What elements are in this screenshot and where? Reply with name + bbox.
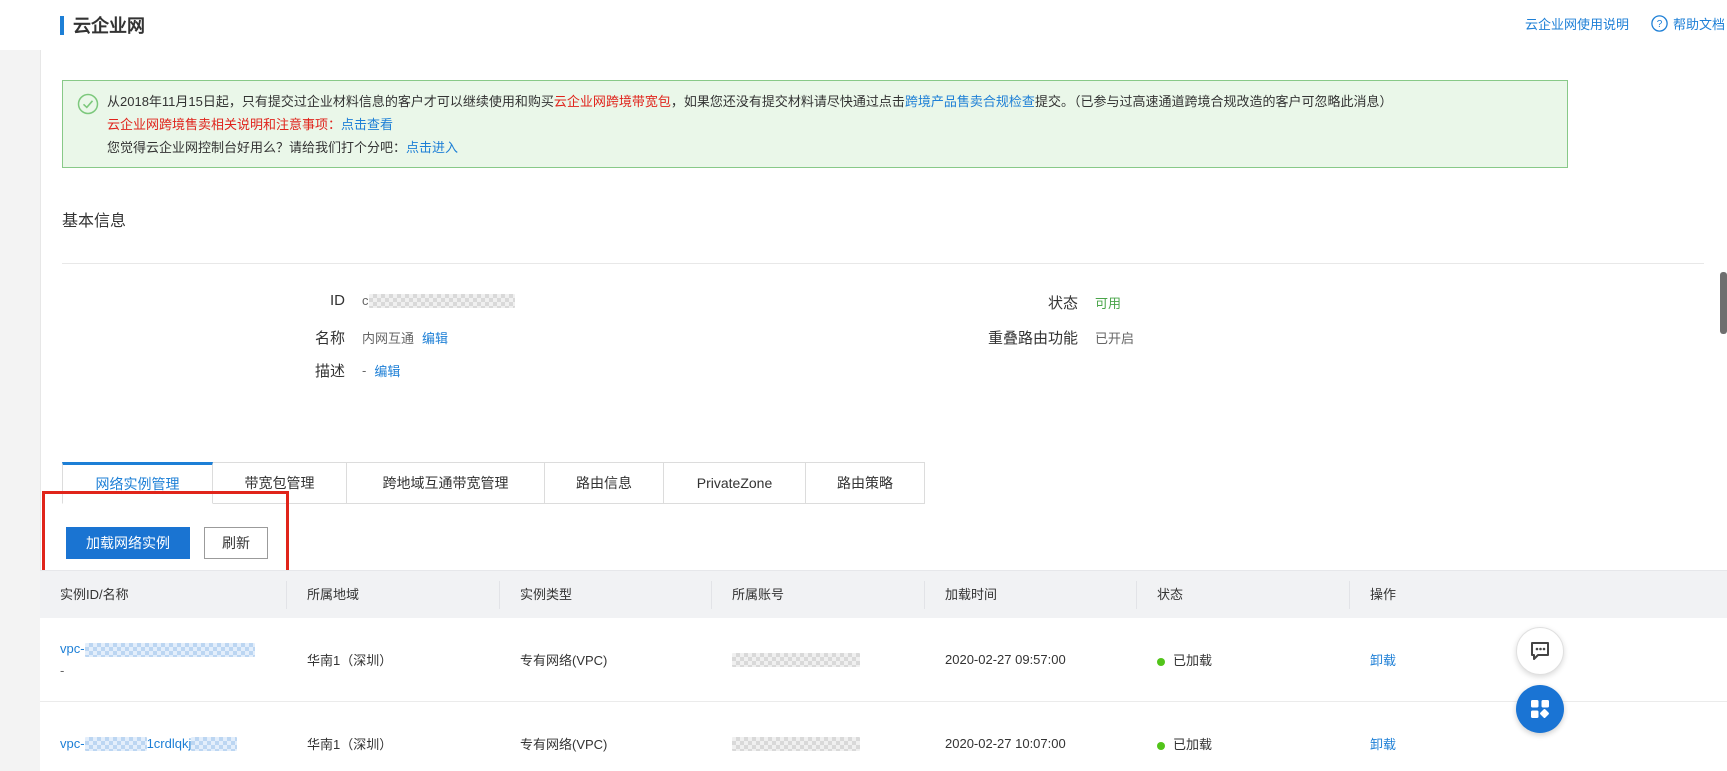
section-divider: [62, 263, 1704, 264]
instance-id-cell: vpc- 1crdlqkj: [40, 736, 287, 752]
id-label: ID: [330, 292, 345, 309]
info-row-status: 状态 可用: [900, 292, 1121, 313]
tab-network-instances[interactable]: 网络实例管理: [62, 462, 213, 504]
description-value: -: [362, 363, 367, 378]
censored-instance-id: [84, 642, 255, 657]
instance-id-cell: vpc- -: [40, 641, 287, 678]
basic-info-title: 基本信息: [62, 213, 127, 230]
load-time-cell: 2020-02-27 10:07:00: [945, 736, 1066, 751]
detach-link[interactable]: 卸载: [1370, 737, 1396, 752]
tab-route-policy[interactable]: 路由策略: [806, 462, 925, 504]
col-actions: 操作: [1370, 586, 1397, 602]
table-header-row: 实例ID/名称 所属地域 实例类型 所属账号 加载时间 状态 操作: [40, 570, 1727, 618]
usage-guide-link[interactable]: 云企业网使用说明: [1525, 14, 1629, 33]
instance-id-link[interactable]: vpc-: [60, 641, 287, 657]
instance-id-link[interactable]: vpc- 1crdlqkj: [60, 736, 287, 752]
status-value: 可用: [1095, 296, 1122, 311]
edit-name-link[interactable]: 编辑: [422, 328, 448, 347]
col-load-time: 加载时间: [925, 580, 1137, 609]
status-cell: 已加载: [1137, 650, 1350, 669]
help-doc-link[interactable]: ? 帮助文档: [1651, 14, 1725, 33]
censored-account: [732, 653, 860, 668]
page-title: 云企业网: [60, 12, 145, 38]
account-cell: [712, 736, 925, 752]
actions-cell: 卸载: [1350, 734, 1727, 753]
title-accent-bar: [60, 15, 64, 35]
col-status: 状态: [1137, 580, 1350, 609]
load-time-cell: 2020-02-27 09:57:00: [945, 652, 1066, 667]
feedback-chat-button[interactable]: [1516, 627, 1564, 675]
col-region: 所属地域: [287, 580, 500, 609]
rating-link[interactable]: 点击进入: [406, 140, 458, 155]
col-instance-type: 实例类型: [500, 580, 712, 609]
banner-text: 提交。（已参与过高速通道跨境合规改造的客户可忽略此消息）: [1034, 94, 1393, 109]
censored-instance-id: [191, 737, 238, 752]
rating-prompt-text: 您觉得云企业网控制台好用么？请给我们打个分吧：: [107, 140, 407, 155]
censored-account: [732, 737, 860, 752]
collapsed-sidebar-strip: [0, 50, 41, 771]
status-text: 已加载: [1173, 653, 1213, 668]
compliance-check-link[interactable]: 跨境产品售卖合规检查: [905, 94, 1035, 109]
name-value: 内网互通: [362, 331, 415, 346]
banner-text: 从2018年11月15日起，只有提交过企业材料信息的客户才可以继续使用和购买: [107, 94, 554, 109]
name-label: 名称: [314, 330, 345, 347]
info-row-id: ID c: [62, 292, 515, 309]
info-row-overlap-routing: 重叠路由功能 已开启: [900, 327, 1134, 348]
question-circle-icon: ?: [1651, 15, 1668, 32]
status-cell: 已加载: [1137, 734, 1350, 753]
load-network-instance-button[interactable]: 加载网络实例: [66, 527, 190, 559]
table-row: vpc- 1crdlqkj 华南1（深圳） 专有网络(VPC) 2020-02-2…: [40, 702, 1727, 771]
status-label: 状态: [1047, 295, 1078, 312]
success-check-icon: [77, 93, 99, 122]
tab-bandwidth-packages[interactable]: 带宽包管理: [213, 462, 347, 504]
censored-id-value: [368, 294, 515, 309]
col-instance-id: 实例ID/名称: [40, 580, 287, 609]
notice-banner: 从2018年11月15日起，只有提交过企业材料信息的客户才可以继续使用和购买云企…: [62, 80, 1568, 168]
banner-red-notice: 云企业网跨境售卖相关说明和注意事项：: [107, 117, 342, 132]
app-grid-icon: [1529, 698, 1551, 720]
banner-text: ，如果您还没有提交材料请尽快通过点击: [670, 94, 905, 109]
col-account: 所属账号: [712, 580, 925, 609]
instance-type-cell: 专有网络(VPC): [520, 653, 608, 668]
info-row-name: 名称 内网互通 编辑: [62, 327, 448, 348]
detach-link[interactable]: 卸载: [1370, 653, 1396, 668]
topbar-links: 云企业网使用说明 ? 帮助文档: [1525, 14, 1725, 33]
network-instance-table: 实例ID/名称 所属地域 实例类型 所属账号 加载时间 状态 操作 vpc- -…: [40, 570, 1727, 771]
status-dot: [1157, 741, 1165, 750]
quick-entry-button[interactable]: [1516, 685, 1564, 733]
banner-line-2: 云企业网跨境售卖相关说明和注意事项：点击查看: [107, 113, 1553, 136]
cen-console-page: 云企业网 云企业网使用说明 ? 帮助文档 从2018年11月15日起，只有提交过…: [0, 0, 1727, 771]
edit-description-link[interactable]: 编辑: [374, 361, 400, 380]
banner-red-text: 云企业网跨境带宽包: [553, 94, 671, 109]
chat-bubble-icon: [1528, 639, 1552, 663]
account-cell: [712, 652, 925, 668]
vertical-scrollbar-thumb[interactable]: [1720, 272, 1727, 334]
region-cell: 华南1（深圳）: [307, 737, 393, 752]
detail-tabs: 网络实例管理 带宽包管理 跨地域互通带宽管理 路由信息 PrivateZone …: [62, 462, 925, 504]
refresh-button[interactable]: 刷新: [204, 527, 268, 559]
id-value: c: [362, 293, 515, 309]
tab-privatezone[interactable]: PrivateZone: [664, 462, 806, 504]
help-doc-label: 帮助文档: [1672, 17, 1725, 32]
top-bar: 云企业网 云企业网使用说明 ? 帮助文档: [0, 0, 1727, 50]
status-dot: [1157, 657, 1165, 666]
info-row-description: 描述 - 编辑: [62, 360, 400, 381]
description-label: 描述: [314, 363, 345, 380]
page-title-text: 云企业网: [73, 16, 145, 36]
censored-instance-id: [84, 737, 147, 752]
tab-cross-region-bandwidth[interactable]: 跨地域互通带宽管理: [347, 462, 545, 504]
overlap-routing-value: 已开启: [1095, 331, 1135, 346]
instance-toolbar: 加载网络实例 刷新: [66, 527, 268, 559]
overlap-routing-label: 重叠路由功能: [987, 330, 1078, 347]
view-notice-link[interactable]: 点击查看: [341, 117, 393, 132]
instance-name: -: [60, 662, 65, 678]
status-text: 已加载: [1173, 737, 1213, 752]
region-cell: 华南1（深圳）: [307, 653, 393, 668]
tab-route-info[interactable]: 路由信息: [545, 462, 664, 504]
banner-line-3: 您觉得云企业网控制台好用么？请给我们打个分吧：点击进入: [107, 136, 1553, 159]
banner-line-1: 从2018年11月15日起，只有提交过企业材料信息的客户才可以继续使用和购买云企…: [107, 90, 1553, 113]
instance-type-cell: 专有网络(VPC): [520, 737, 608, 752]
svg-text:?: ?: [1657, 19, 1663, 30]
table-row: vpc- - 华南1（深圳） 专有网络(VPC) 2020-02-27 09:5…: [40, 618, 1727, 702]
